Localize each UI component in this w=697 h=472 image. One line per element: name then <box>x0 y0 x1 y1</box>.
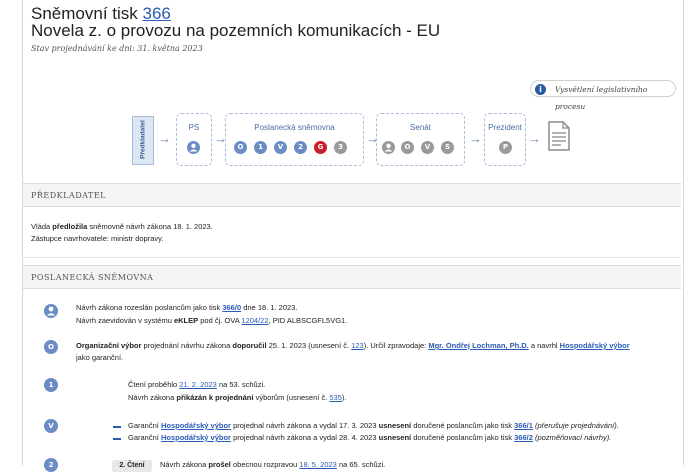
flow-predkladatel[interactable]: Předkladatel <box>132 116 154 165</box>
eklep-link[interactable]: 1204/22 <box>241 316 268 325</box>
print-366-2-link[interactable]: 366/2 <box>514 433 533 442</box>
info-icon: i <box>535 84 546 95</box>
step-p: P <box>499 141 512 154</box>
arrow-icon: → <box>158 131 171 146</box>
step-o[interactable]: O <box>401 141 414 154</box>
entry-vybor-1: Garanční Hospodářský výbor projednal náv… <box>128 421 619 430</box>
entry-organizacni: Organizační výbor projednání návrhu záko… <box>76 341 630 350</box>
print-366-1-link[interactable]: 366/1 <box>514 421 533 430</box>
divider <box>23 257 681 258</box>
dash-icon <box>113 426 121 428</box>
legislative-process-button[interactable]: i Vysvětlení legislativního procesu <box>530 80 676 111</box>
stage-o-icon: O <box>44 340 58 354</box>
entry-vybor-2: Garanční Hospodářský výbor projednal náv… <box>128 433 612 442</box>
page-subtitle: Novela z. o provozu na pozemních komunik… <box>31 21 441 40</box>
document-icon <box>547 121 571 151</box>
stage-1-icon: 1 <box>44 378 58 392</box>
entry-prikazan: Návrh zákona přikázán k projednání výbor… <box>128 393 347 402</box>
predkladatel-line1: Vláda předložila sněmovně návrh zákona 1… <box>31 222 213 231</box>
section-heading-predkladatel: PŘEDKLADATEL <box>23 183 681 207</box>
step-v[interactable]: V <box>421 141 434 154</box>
step-o[interactable]: O <box>234 141 247 154</box>
status-date: Stav projednávání ke dni: 31. května 202… <box>31 44 203 53</box>
committee-link[interactable]: Hospodářský výbor <box>161 433 231 442</box>
print-366-0-link[interactable]: 366/0 <box>222 303 241 312</box>
step-v[interactable]: V <box>274 141 287 154</box>
stage-v-icon: V <box>44 419 58 433</box>
committee-link[interactable]: Hospodářský výbor <box>161 421 231 430</box>
entry-organizacni-l2: jako garanční. <box>76 353 124 362</box>
arrow-icon: → <box>528 131 541 146</box>
flow-senat-box[interactable]: Senát OVS <box>376 113 465 166</box>
step-3[interactable]: 3 <box>334 141 347 154</box>
person-icon <box>187 141 200 154</box>
step-g[interactable]: G <box>314 141 327 154</box>
rapporteur-link[interactable]: Mgr. Ondřej Lochman, Ph.D. <box>428 341 528 350</box>
resolution-123-link[interactable]: 123 <box>351 341 364 350</box>
section-heading-snemovna: POSLANECKÁ SNĚMOVNA <box>23 265 681 289</box>
reading-date-link[interactable]: 21. 2. 2023 <box>179 380 217 389</box>
page-frame <box>22 0 684 465</box>
step-1[interactable]: 1 <box>254 141 267 154</box>
flow-prezident-box[interactable]: Prezident P <box>484 113 526 166</box>
dash-icon <box>113 438 121 440</box>
person-icon <box>382 141 395 154</box>
flow-snemovna-box[interactable]: Poslanecká sněmovna O1V2G3 <box>225 113 364 166</box>
resolution-535-link[interactable]: 535 <box>329 393 342 402</box>
step-2[interactable]: 2 <box>294 141 307 154</box>
predkladatel-line2: Zástupce navrhovatele: ministr dopravy. <box>31 234 164 243</box>
flow-ps-box[interactable]: PS <box>176 113 212 166</box>
entry-zaevidovan: Návrh zaevidován v systému eKLEP pod čj.… <box>76 316 348 325</box>
committee-link[interactable]: Hospodářský výbor <box>560 341 630 350</box>
arrow-icon: → <box>469 131 482 146</box>
stage-2-icon: 2 <box>44 458 58 472</box>
entry-rozeslan: Návrh zákona rozeslán poslancům jako tis… <box>76 303 298 312</box>
reading-badge: 2. Čtení <box>112 460 152 472</box>
person-icon <box>44 304 58 318</box>
entry-cteni1: Čtení proběhlo 21. 2. 2023 na 53. schůzi… <box>128 380 266 389</box>
step-s[interactable]: S <box>441 141 454 154</box>
